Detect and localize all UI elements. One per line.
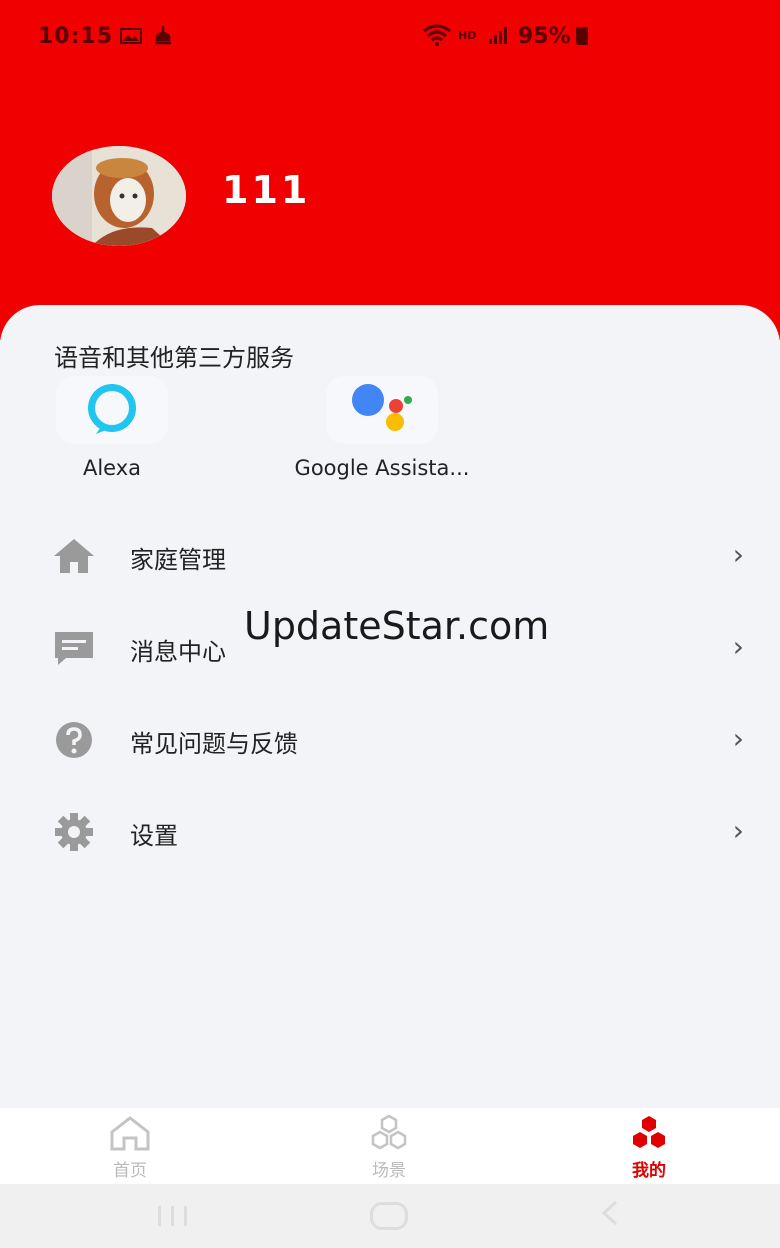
service-label: Google Assista... [294, 456, 470, 480]
chevron-right-icon: › [732, 722, 744, 755]
chevron-right-icon: › [732, 630, 744, 663]
chevron-right-icon: › [732, 538, 744, 571]
home-icon [54, 539, 94, 573]
gear-icon [55, 813, 93, 851]
service-google-assistant[interactable]: Google Assista... [282, 376, 482, 480]
tab-label: 首页 [113, 1161, 147, 1181]
help-icon [56, 722, 92, 758]
home-nav-icon[interactable] [370, 1202, 408, 1230]
tab-label: 我的 [632, 1161, 666, 1181]
home-outline-icon [110, 1116, 150, 1151]
username: 111 [222, 168, 311, 212]
chevron-right-icon: › [732, 814, 744, 847]
system-nav-bar [0, 1184, 780, 1248]
avatar-image [52, 146, 186, 246]
service-label: Alexa [82, 456, 142, 480]
menu-label: 设置 [130, 822, 178, 850]
avatar[interactable] [52, 146, 186, 246]
services-title: 语音和其他第三方服务 [54, 344, 294, 372]
alexa-icon [56, 376, 168, 444]
tab-mine[interactable]: 我的 [589, 1108, 709, 1184]
tab-label: 场景 [372, 1161, 406, 1181]
menu-item-settings[interactable]: 设置 › [0, 792, 780, 872]
back-icon[interactable] [598, 1198, 622, 1228]
message-icon [55, 632, 93, 665]
menu-label: 消息中心 [130, 638, 226, 666]
menu-item-family-management[interactable]: 家庭管理 › [0, 516, 780, 596]
scene-icon [371, 1114, 407, 1150]
status-bar: 10:15 HD 95% [0, 0, 780, 72]
service-alexa[interactable]: Alexa [12, 376, 212, 480]
notification-icon [155, 26, 171, 45]
battery-icon [576, 27, 588, 45]
wifi-icon [423, 24, 451, 46]
battery-percent: 95% [518, 24, 571, 49]
google-assistant-icon [326, 376, 438, 444]
signal-icon [489, 27, 507, 44]
tab-scene[interactable]: 场景 [329, 1108, 449, 1184]
menu-label: 家庭管理 [130, 546, 226, 574]
gallery-icon [120, 28, 142, 44]
status-time: 10:15 [38, 24, 114, 49]
menu-label: 常见问题与反馈 [130, 730, 298, 758]
tab-home[interactable]: 首页 [70, 1108, 190, 1184]
profile-hex-icon [633, 1116, 665, 1148]
watermark: UpdateStar.com [244, 604, 550, 648]
menu-item-faq-feedback[interactable]: 常见问题与反馈 › [0, 700, 780, 780]
recents-icon[interactable] [156, 1204, 190, 1228]
bottom-tab-bar: 首页 场景 我的 [0, 1108, 780, 1184]
hd-badge: HD [458, 29, 477, 42]
